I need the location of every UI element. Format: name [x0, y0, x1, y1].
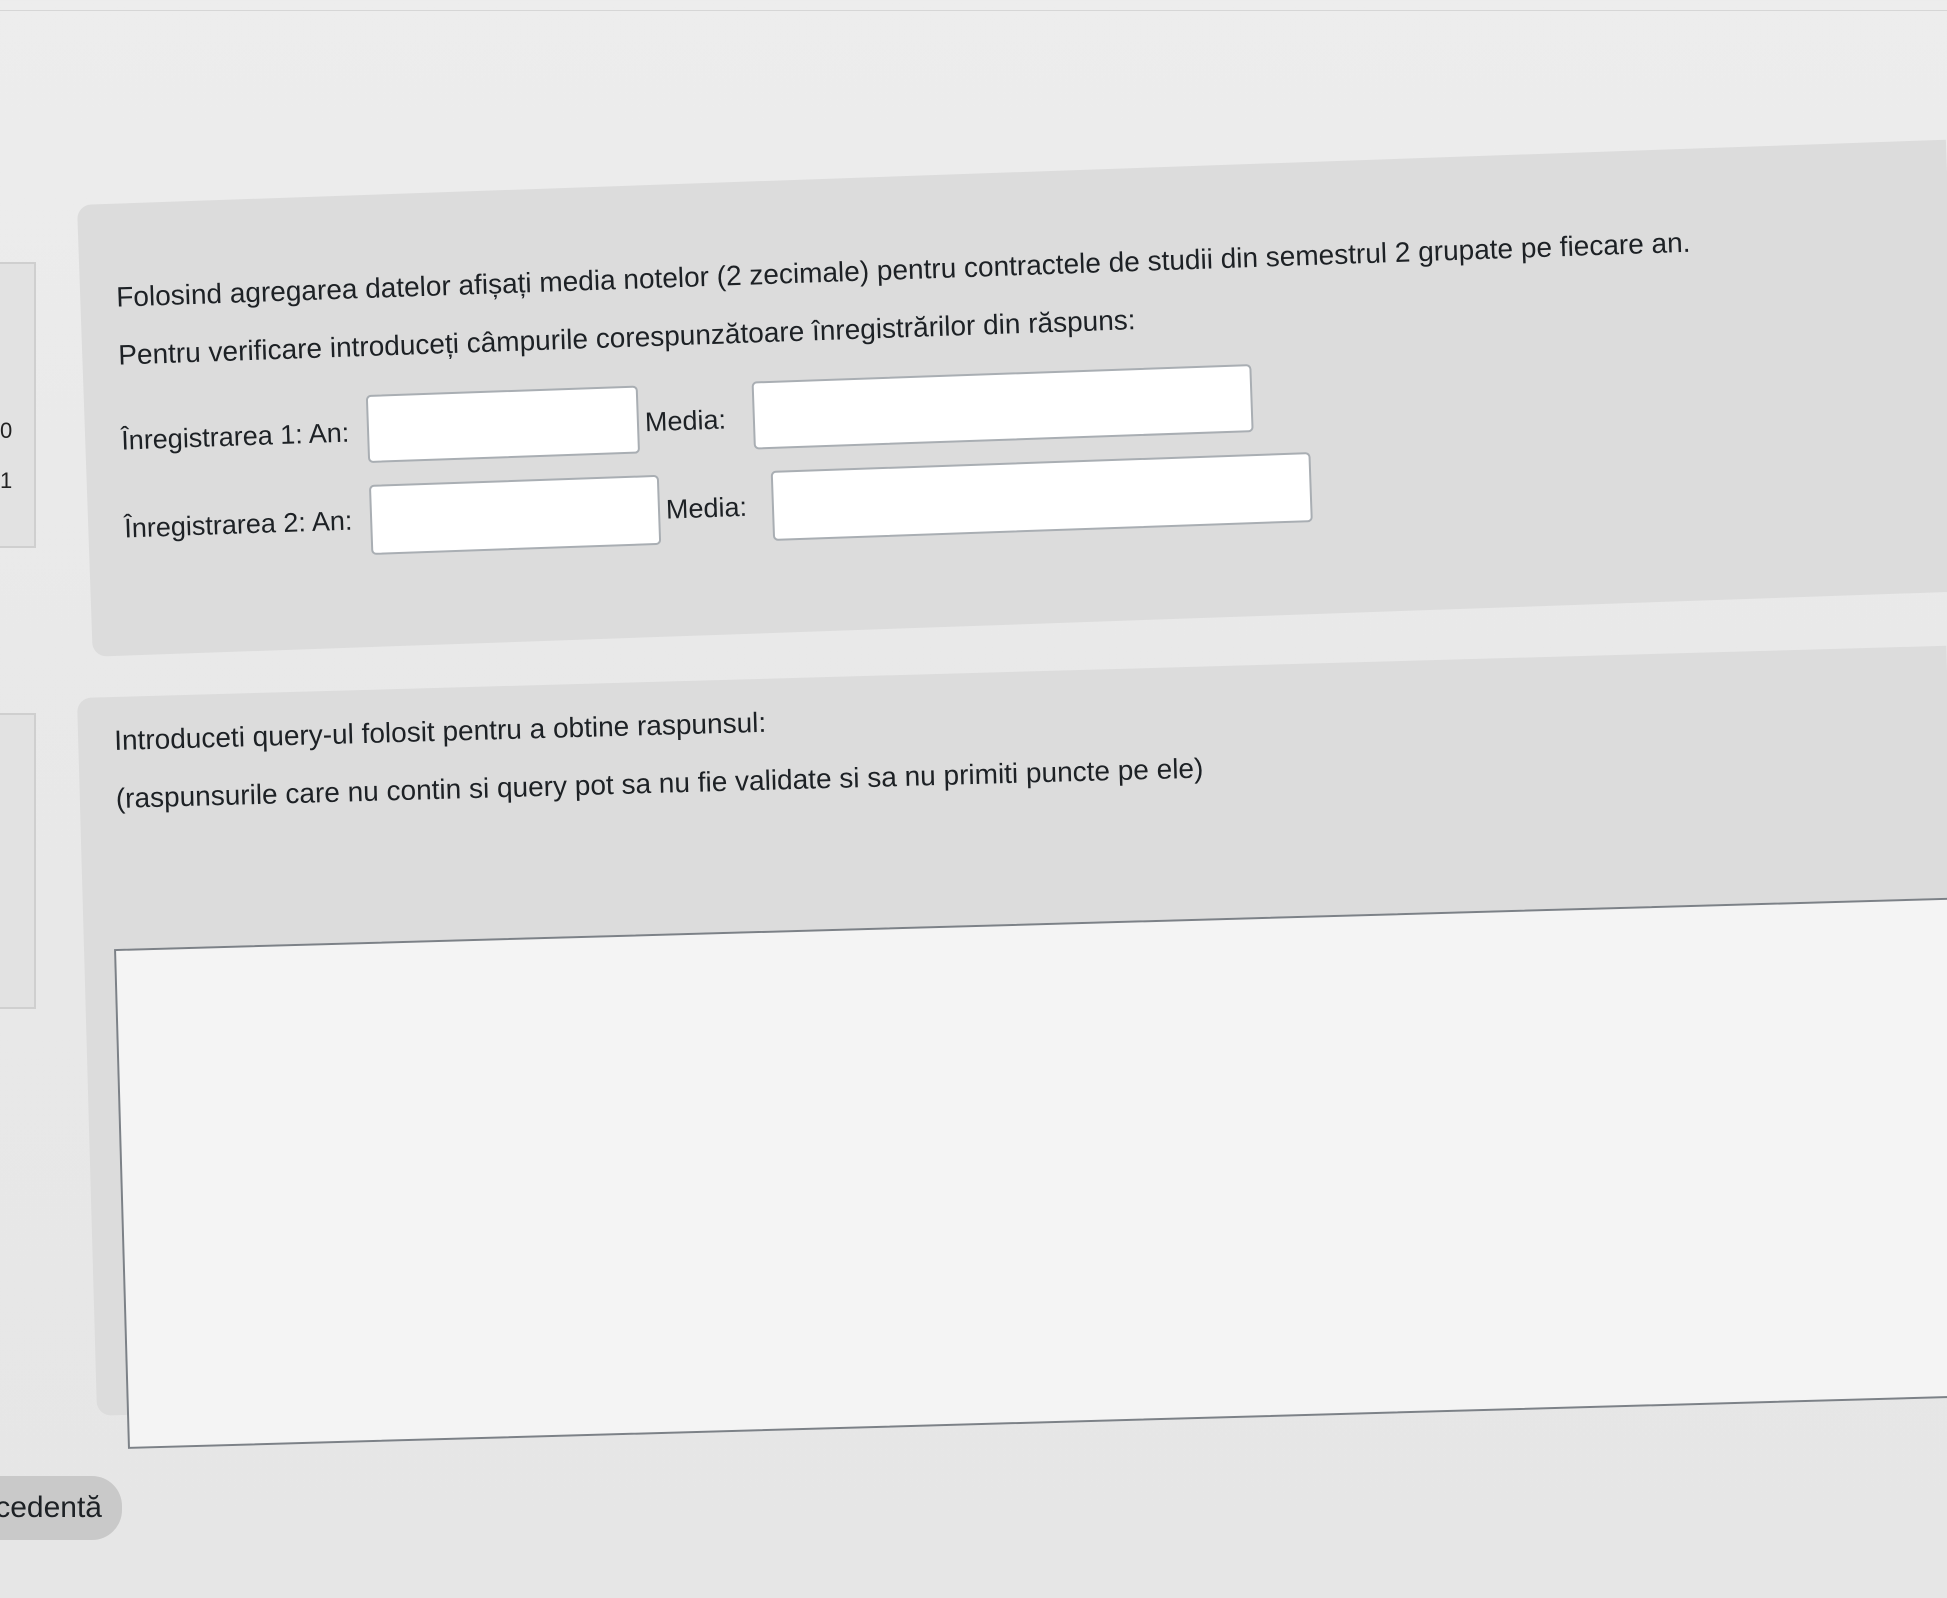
record-2-year-input[interactable] — [368, 474, 662, 555]
question-2-note: (raspunsurile care nu contin si query po… — [115, 752, 1204, 814]
record-1-media-input[interactable] — [751, 364, 1254, 450]
query-answer-textarea[interactable] — [114, 897, 1947, 1449]
page-top-border — [0, 0, 1947, 11]
question-2-prompt: Introduceti query-ul folosit pentru a ob… — [113, 706, 767, 756]
question-number-fragment: 0 — [0, 418, 13, 443]
record-1-year-input[interactable] — [365, 385, 641, 463]
question-number-fragment-2: 1 — [0, 468, 13, 493]
record-1-year-label: Înregistrarea 1: An: — [120, 417, 350, 456]
record-1-media-label: Media: — [644, 404, 727, 438]
previous-page-button[interactable]: cedentă — [0, 1476, 122, 1540]
record-2-media-label: Media: — [665, 491, 748, 525]
question-1-instruction: Pentru verificare introduceți câmpurile … — [117, 304, 1137, 371]
question-1-text: Folosind agregarea datelor afișați media… — [115, 226, 1691, 313]
question-info-card-1: 0 1 — [0, 262, 36, 548]
question-1-panel: Folosind agregarea datelor afișați media… — [77, 139, 1947, 657]
question-info-card-2 — [0, 713, 36, 1009]
record-2-media-input[interactable] — [770, 452, 1313, 541]
record-2-year-label: Înregistrarea 2: An: — [123, 505, 353, 544]
question-2-panel: Introduceti query-ul folosit pentru a ob… — [77, 645, 1947, 1449]
